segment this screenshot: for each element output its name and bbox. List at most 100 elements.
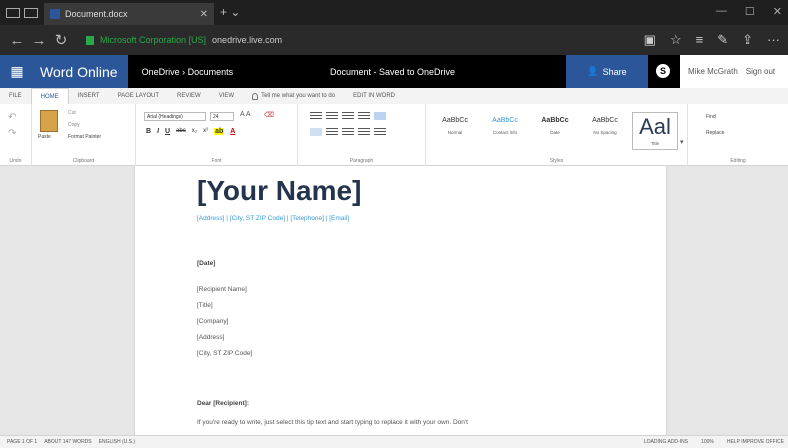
doc-contact-line[interactable]: [Address] | [City, ST ZIP Code] | [Telep…	[197, 215, 349, 222]
breadcrumb[interactable]: OneDrive › Documents	[142, 67, 234, 77]
paste-icon[interactable]	[40, 110, 58, 132]
more-icon[interactable]: ···	[767, 32, 780, 48]
highlight-icon[interactable]: ab	[214, 128, 225, 135]
bullets-icon[interactable]	[310, 112, 322, 120]
style-sample: AaBbCc	[592, 117, 618, 124]
styles-more-icon[interactable]: ▾	[680, 138, 684, 146]
reading-view-icon[interactable]: ▣	[644, 32, 656, 48]
underline-button[interactable]: U	[165, 128, 170, 135]
tab-home[interactable]: HOME	[30, 88, 69, 104]
format-painter-button[interactable]: Format Painter	[68, 134, 101, 140]
align-right-icon[interactable]	[342, 128, 354, 136]
close-window-button[interactable]: ✕	[773, 5, 782, 18]
style-title[interactable]: Aal Title	[632, 112, 678, 150]
increase-indent-icon[interactable]	[358, 112, 370, 120]
copy-button[interactable]: Copy	[68, 122, 80, 128]
tell-me-box[interactable]: Tell me what you want to do	[243, 92, 344, 100]
hub-icon[interactable]: ≡	[696, 32, 704, 48]
align-center-icon[interactable]	[326, 128, 338, 136]
line-spacing-icon[interactable]	[374, 128, 386, 136]
redo-icon[interactable]: ↷	[8, 128, 16, 139]
font-color-icon[interactable]: A	[230, 128, 235, 135]
tab-review[interactable]: REVIEW	[168, 88, 210, 104]
tab-insert[interactable]: INSERT	[69, 88, 109, 104]
styles-group: AaBbCc Normal AaBbCc Contact Info AaBbCc…	[426, 104, 688, 166]
numbering-icon[interactable]	[326, 112, 338, 120]
tab-file[interactable]: FILE	[0, 88, 31, 104]
style-no-spacing[interactable]: AaBbCc No Spacing	[582, 112, 628, 150]
forward-button[interactable]: →	[28, 32, 50, 49]
person-icon: 👤	[587, 66, 599, 76]
font-size-select[interactable]: 24	[210, 112, 234, 121]
tab-close-icon[interactable]: ✕	[200, 9, 208, 20]
sign-out-link[interactable]: Sign out	[746, 67, 775, 76]
font-name-select[interactable]: Arial (Headings)	[144, 112, 206, 121]
doc-recipient-address[interactable]: [Address]	[197, 334, 224, 341]
grow-shrink-font-icon[interactable]: A A	[240, 111, 251, 118]
justify-icon[interactable]	[358, 128, 370, 136]
align-left-icon[interactable]	[310, 128, 322, 136]
document-title[interactable]: Document - Saved to OneDrive	[330, 67, 455, 77]
word-count[interactable]: ABOUT 147 WORDS	[44, 439, 91, 445]
new-tab-button[interactable]: + ⌄	[220, 5, 240, 19]
document-canvas[interactable]: [Your Name] [Address] | [City, ST ZIP Co…	[0, 166, 788, 435]
skype-icon[interactable]: S	[656, 64, 670, 78]
edit-in-word-button[interactable]: EDIT IN WORD	[344, 88, 404, 104]
tab-view[interactable]: VIEW	[210, 88, 243, 104]
style-date[interactable]: AaBbCc Date	[532, 112, 578, 150]
style-name: Title	[650, 141, 660, 146]
style-contact-info[interactable]: AaBbCc Contact Info	[482, 112, 528, 150]
share-button[interactable]: 👤 Share	[566, 55, 648, 88]
strikethrough-button[interactable]: abc	[176, 128, 186, 135]
tab-page-layout[interactable]: PAGE LAYOUT	[109, 88, 168, 104]
favorite-star-icon[interactable]: ☆	[670, 32, 682, 48]
superscript-icon[interactable]: x²	[203, 128, 208, 135]
app-launcher-icon[interactable]: ▦	[0, 55, 34, 88]
refresh-button[interactable]: ↻	[50, 31, 72, 49]
style-normal[interactable]: AaBbCc Normal	[432, 112, 478, 150]
subscript-icon[interactable]: x₂	[192, 128, 197, 135]
style-name: Contact Info	[492, 130, 518, 135]
lock-icon	[86, 35, 94, 45]
web-note-icon[interactable]: ✎	[717, 32, 728, 48]
tab-set-aside-icon[interactable]	[24, 7, 38, 18]
maximize-button[interactable]: ☐	[745, 5, 755, 18]
doc-recipient-company[interactable]: [Company]	[197, 318, 228, 325]
bold-button[interactable]: B	[146, 128, 151, 135]
doc-date[interactable]: [Date]	[197, 260, 215, 267]
ltr-icon[interactable]	[374, 112, 386, 120]
doc-recipient-name[interactable]: [Recipient Name]	[197, 286, 247, 293]
user-name[interactable]: Mike McGrath	[688, 67, 738, 76]
paste-label[interactable]: Paste	[38, 134, 51, 140]
cut-button[interactable]: Cut	[68, 110, 76, 116]
clear-format-icon[interactable]: ⌫	[264, 111, 274, 119]
italic-button[interactable]: I	[157, 128, 159, 135]
tab-preview-icon[interactable]	[6, 7, 20, 18]
ribbon: ↶ ↷ Undo Paste Cut Copy Format Painter C…	[0, 104, 788, 166]
doc-body-text[interactable]: If you're ready to write, just select th…	[197, 419, 468, 426]
doc-salutation[interactable]: Dear [Recipient]:	[197, 400, 249, 407]
tab-title: Document.docx	[65, 9, 128, 19]
address-bar[interactable]: Microsoft Corporation [US] onedrive.live…	[86, 31, 282, 49]
back-button[interactable]: ←	[6, 32, 28, 49]
language[interactable]: ENGLISH (U.S.)	[99, 439, 135, 445]
office-header: ▦ Word Online OneDrive › Documents Docum…	[0, 55, 788, 88]
word-favicon-icon	[50, 9, 60, 19]
paragraph-group: Paragraph	[298, 104, 426, 166]
share-icon[interactable]: ⇪	[742, 32, 753, 48]
minimize-button[interactable]: —	[716, 5, 727, 18]
doc-recipient-title[interactable]: [Title]	[197, 302, 213, 309]
zoom-level[interactable]: 100%	[701, 439, 714, 445]
url-text: onedrive.live.com	[212, 35, 283, 45]
replace-button[interactable]: Replace	[706, 130, 724, 136]
decrease-indent-icon[interactable]	[342, 112, 354, 120]
browser-tab[interactable]: Document.docx ✕	[44, 3, 214, 25]
find-button[interactable]: Find	[706, 114, 716, 120]
font-group: Arial (Headings) 24 A A ⌫ B I U abc x₂ x…	[136, 104, 298, 166]
app-name[interactable]: Word Online	[34, 55, 128, 88]
document-page[interactable]: [Your Name] [Address] | [City, ST ZIP Co…	[135, 166, 666, 435]
help-improve-link[interactable]: HELP IMPROVE OFFICE	[727, 439, 784, 445]
doc-your-name[interactable]: [Your Name]	[197, 175, 361, 207]
doc-recipient-city[interactable]: [City, ST ZIP Code]	[197, 350, 252, 357]
undo-icon[interactable]: ↶	[8, 112, 16, 123]
